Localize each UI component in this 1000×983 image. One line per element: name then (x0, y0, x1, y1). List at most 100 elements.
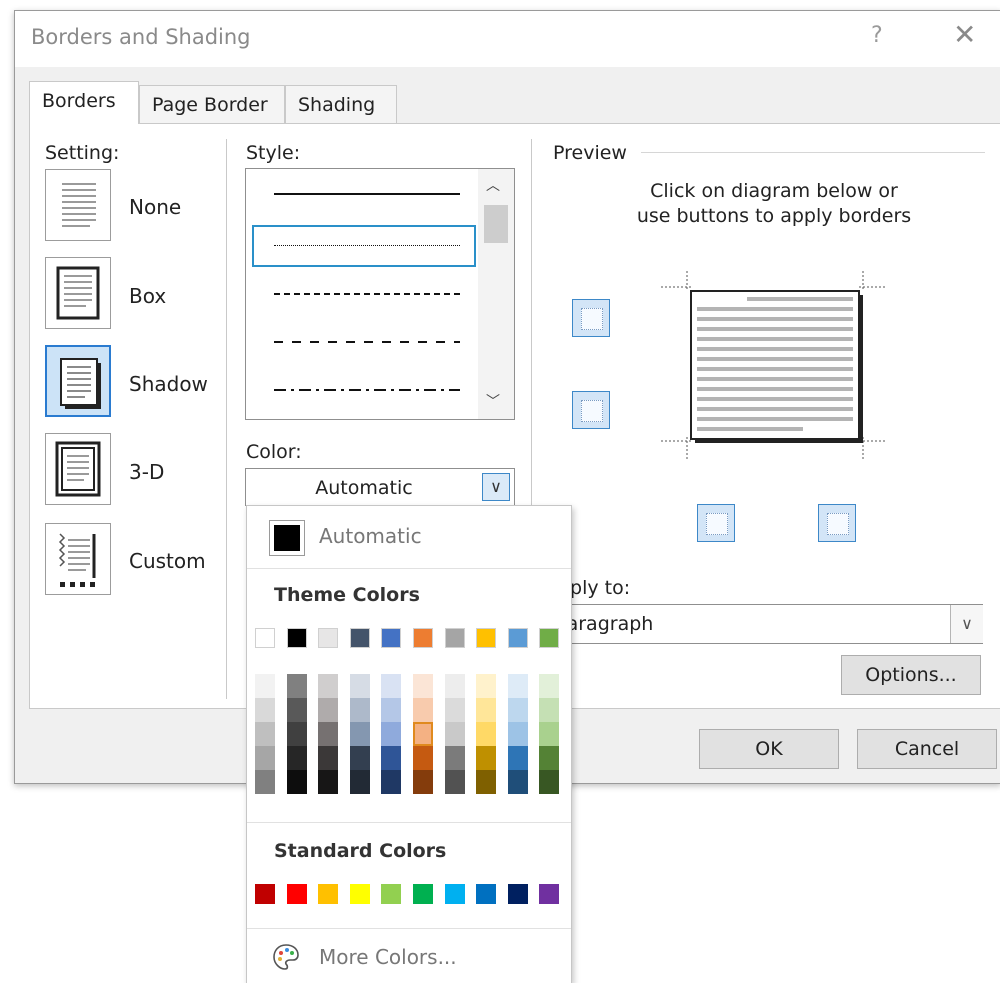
standard-color-swatch[interactable] (508, 884, 528, 904)
theme-shade-swatch[interactable] (476, 770, 496, 794)
standard-color-swatch[interactable] (318, 884, 338, 904)
setting-custom-label[interactable]: Custom (129, 549, 206, 573)
theme-shade-swatch[interactable] (350, 770, 370, 794)
theme-color-swatch[interactable] (255, 628, 275, 648)
style-scroll-thumb[interactable] (484, 205, 508, 243)
theme-shade-swatch[interactable] (539, 770, 559, 794)
standard-color-swatch[interactable] (413, 884, 433, 904)
theme-shade-swatch[interactable] (508, 746, 528, 770)
theme-shade-swatch[interactable] (445, 770, 465, 794)
chevron-down-icon[interactable]: ∨ (482, 473, 510, 501)
theme-shade-swatch[interactable] (318, 746, 338, 770)
theme-shade-swatch[interactable] (539, 722, 559, 746)
style-option-dashed-small[interactable] (274, 293, 460, 295)
close-button[interactable]: ✕ (953, 19, 976, 51)
setting-none-icon[interactable] (45, 169, 111, 241)
theme-color-swatch[interactable] (381, 628, 401, 648)
cancel-button[interactable]: Cancel (857, 729, 997, 769)
theme-shade-swatch[interactable] (381, 722, 401, 746)
setting-custom-icon[interactable] (45, 523, 111, 595)
standard-color-swatch[interactable] (381, 884, 401, 904)
theme-shade-swatch[interactable] (318, 770, 338, 794)
theme-shade-swatch[interactable] (445, 746, 465, 770)
theme-shade-swatch[interactable] (255, 698, 275, 722)
theme-shade-swatch[interactable] (287, 746, 307, 770)
setting-box-label[interactable]: Box (129, 284, 166, 308)
theme-color-swatch[interactable] (539, 628, 559, 648)
theme-shade-swatch[interactable] (350, 722, 370, 746)
theme-shade-swatch[interactable] (413, 770, 433, 794)
theme-shade-swatch[interactable] (476, 698, 496, 722)
theme-shade-swatch[interactable] (287, 722, 307, 746)
color-select[interactable]: Automatic ∨ (245, 468, 515, 506)
automatic-option[interactable]: Automatic (319, 524, 422, 548)
setting-3d-label[interactable]: 3-D (129, 460, 164, 484)
bottom-border-button[interactable] (572, 391, 610, 429)
ok-button[interactable]: OK (699, 729, 839, 769)
setting-3d-icon[interactable] (45, 433, 111, 505)
standard-color-swatch[interactable] (476, 884, 496, 904)
setting-shadow-icon[interactable] (45, 345, 111, 417)
theme-shade-swatch[interactable] (445, 698, 465, 722)
theme-shade-swatch[interactable] (413, 674, 433, 698)
options-button[interactable]: Options... (841, 655, 981, 695)
theme-shade-swatch[interactable] (508, 698, 528, 722)
theme-shade-swatch[interactable] (413, 722, 433, 746)
standard-color-swatch[interactable] (539, 884, 559, 904)
style-option-dash-dot[interactable] (274, 389, 460, 391)
tab-shading[interactable]: Shading (285, 85, 397, 123)
top-border-button[interactable] (572, 299, 610, 337)
theme-shade-swatch[interactable] (413, 698, 433, 722)
theme-shade-swatch[interactable] (381, 674, 401, 698)
theme-shade-swatch[interactable] (476, 746, 496, 770)
theme-shade-swatch[interactable] (508, 722, 528, 746)
theme-shade-swatch[interactable] (255, 722, 275, 746)
theme-shade-swatch[interactable] (508, 770, 528, 794)
style-option-dashed-large[interactable] (274, 341, 460, 343)
theme-shade-swatch[interactable] (508, 674, 528, 698)
theme-shade-swatch[interactable] (539, 674, 559, 698)
theme-shade-swatch[interactable] (476, 674, 496, 698)
standard-color-swatch[interactable] (255, 884, 275, 904)
setting-shadow-label[interactable]: Shadow (129, 372, 208, 396)
theme-shade-swatch[interactable] (445, 674, 465, 698)
standard-color-swatch[interactable] (350, 884, 370, 904)
more-colors-option[interactable]: More Colors... (319, 945, 457, 969)
theme-color-swatch[interactable] (287, 628, 307, 648)
theme-shade-swatch[interactable] (287, 698, 307, 722)
theme-shade-swatch[interactable] (381, 746, 401, 770)
theme-color-swatch[interactable] (350, 628, 370, 648)
scroll-up-icon[interactable]: ︿ (486, 175, 500, 195)
chevron-down-icon[interactable]: ∨ (950, 605, 983, 643)
theme-color-swatch[interactable] (508, 628, 528, 648)
theme-shade-swatch[interactable] (255, 770, 275, 794)
tab-page-border[interactable]: Page Border (139, 85, 285, 123)
standard-color-swatch[interactable] (287, 884, 307, 904)
theme-shade-swatch[interactable] (539, 746, 559, 770)
style-list[interactable]: ︿ ﹀ (245, 168, 515, 420)
theme-shade-swatch[interactable] (445, 722, 465, 746)
theme-shade-swatch[interactable] (350, 674, 370, 698)
theme-shade-swatch[interactable] (350, 698, 370, 722)
style-option-solid[interactable] (274, 193, 460, 195)
help-button[interactable]: ? (871, 23, 883, 48)
theme-shade-swatch[interactable] (350, 746, 370, 770)
scroll-down-icon[interactable]: ﹀ (486, 391, 500, 411)
theme-color-swatch[interactable] (413, 628, 433, 648)
theme-shade-swatch[interactable] (318, 722, 338, 746)
theme-color-swatch[interactable] (445, 628, 465, 648)
theme-shade-swatch[interactable] (287, 674, 307, 698)
theme-color-swatch[interactable] (318, 628, 338, 648)
theme-shade-swatch[interactable] (539, 698, 559, 722)
setting-none-label[interactable]: None (129, 195, 181, 219)
theme-shade-swatch[interactable] (318, 698, 338, 722)
left-border-button[interactable] (697, 504, 735, 542)
theme-shade-swatch[interactable] (413, 746, 433, 770)
tab-borders[interactable]: Borders (29, 81, 139, 124)
standard-color-swatch[interactable] (445, 884, 465, 904)
theme-color-swatch[interactable] (476, 628, 496, 648)
setting-box-icon[interactable] (45, 257, 111, 329)
automatic-swatch[interactable] (269, 520, 305, 556)
theme-shade-swatch[interactable] (318, 674, 338, 698)
theme-shade-swatch[interactable] (381, 698, 401, 722)
